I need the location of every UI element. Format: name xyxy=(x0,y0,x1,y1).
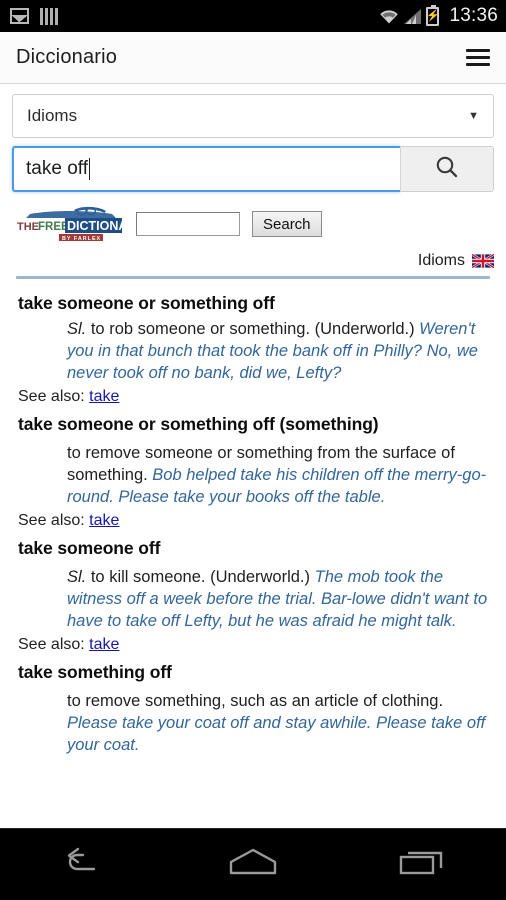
example-sentence: Please take your coat off and stay awhil… xyxy=(67,714,486,754)
definition-text: to remove something, such as an article … xyxy=(67,692,444,710)
svg-text:FREE: FREE xyxy=(38,221,69,233)
entry-body: to remove someone or something from the … xyxy=(10,437,496,508)
hamburger-menu-icon[interactable] xyxy=(466,49,490,66)
home-button[interactable] xyxy=(208,841,298,889)
status-bar-left-icons xyxy=(10,7,58,25)
back-button[interactable] xyxy=(39,841,129,889)
see-also-link[interactable]: take xyxy=(89,512,119,529)
uk-flag-icon xyxy=(471,253,495,269)
see-also-label: See also: xyxy=(18,512,85,529)
entry-body: Sl. to rob someone or something. (Underw… xyxy=(10,316,496,384)
definition-entry: take someone or something off Sl. to rob… xyxy=(10,289,496,408)
status-bar-right-icons: ⚡ 13:36 xyxy=(379,4,498,27)
recent-apps-icon xyxy=(397,847,447,882)
back-arrow-icon xyxy=(61,847,107,882)
source-label: Idioms xyxy=(417,252,465,269)
app-bar: Diccionario xyxy=(0,32,506,84)
search-input-value: take off xyxy=(26,158,88,179)
battery-charging-icon: ⚡ xyxy=(426,4,440,26)
widget-source-meta: Idioms xyxy=(12,242,496,274)
see-also-label: See also: xyxy=(18,636,85,653)
search-button[interactable] xyxy=(400,146,494,192)
definition-entry: take someone or something off (something… xyxy=(10,410,496,532)
entry-definition: to remove something, such as an article … xyxy=(67,690,490,756)
search-row: take off xyxy=(12,146,494,192)
android-navigation-bar xyxy=(0,828,506,900)
chevron-down-icon: ▼ xyxy=(468,110,479,122)
see-also-row: See also: take xyxy=(10,384,496,408)
search-controls: Idioms ▼ take off xyxy=(0,84,506,192)
definition-text: to rob someone or something. (Underworld… xyxy=(86,320,420,338)
free-dictionary-logo[interactable]: THE FREE DICTIONARY BY FARLEX xyxy=(12,206,145,242)
svg-text:DICTIONARY: DICTIONARY xyxy=(67,219,124,233)
image-icon xyxy=(10,8,29,24)
part-of-speech: Sl. xyxy=(67,568,87,586)
search-input[interactable]: take off xyxy=(12,146,400,192)
entry-body: to remove something, such as an article … xyxy=(10,685,496,756)
see-also-row: See also: take xyxy=(10,508,496,532)
clock: 13:36 xyxy=(449,5,498,26)
dictionary-select-value: Idioms xyxy=(27,106,78,125)
free-dictionary-widget: THE FREE DICTIONARY BY FARLEX Search Idi… xyxy=(0,192,506,279)
see-also-label: See also: xyxy=(18,388,85,405)
cellular-signal-icon xyxy=(404,8,422,24)
widget-search-row: THE FREE DICTIONARY BY FARLEX Search xyxy=(12,206,496,242)
entry-headword: take something off xyxy=(18,662,172,682)
widget-search-input[interactable] xyxy=(136,212,240,236)
see-also-link[interactable]: take xyxy=(89,636,119,653)
recent-apps-button[interactable] xyxy=(377,841,467,889)
definitions-list: take someone or something off Sl. to rob… xyxy=(0,279,506,758)
status-bar: ⚡ 13:36 xyxy=(0,0,506,32)
phone-screen: ⚡ 13:36 Diccionario Idioms ▼ take off TH… xyxy=(0,0,506,900)
widget-search-button[interactable]: Search xyxy=(252,211,322,237)
definition-entry: take something off to remove something, … xyxy=(10,658,496,756)
wifi-icon xyxy=(379,9,399,24)
barcode-icon xyxy=(40,7,58,25)
see-also-row: See also: take xyxy=(10,632,496,656)
entry-body: Sl. to kill someone. (Underworld.) The m… xyxy=(10,561,496,632)
magnifier-icon xyxy=(434,154,460,185)
dictionary-select[interactable]: Idioms ▼ xyxy=(12,94,494,138)
entry-definition: Sl. to rob someone or something. (Underw… xyxy=(67,318,490,384)
definition-entry: take someone off Sl. to kill someone. (U… xyxy=(10,534,496,656)
definition-text: to kill someone. (Underworld.) xyxy=(86,568,315,586)
entry-definition: to remove someone or something from the … xyxy=(67,442,490,508)
entry-definition: Sl. to kill someone. (Underworld.) The m… xyxy=(67,566,490,632)
see-also-link[interactable]: take xyxy=(89,388,119,405)
entry-headword: take someone or something off xyxy=(18,293,275,313)
entry-headword: take someone or something off (something… xyxy=(18,414,379,434)
text-cursor xyxy=(88,158,90,180)
page-title: Diccionario xyxy=(16,46,118,68)
part-of-speech: Sl. xyxy=(67,320,87,338)
entry-headword: take someone off xyxy=(18,538,161,558)
svg-text:THE: THE xyxy=(17,221,39,233)
home-icon xyxy=(227,847,279,882)
svg-text:BY FARLEX: BY FARLEX xyxy=(62,236,101,242)
